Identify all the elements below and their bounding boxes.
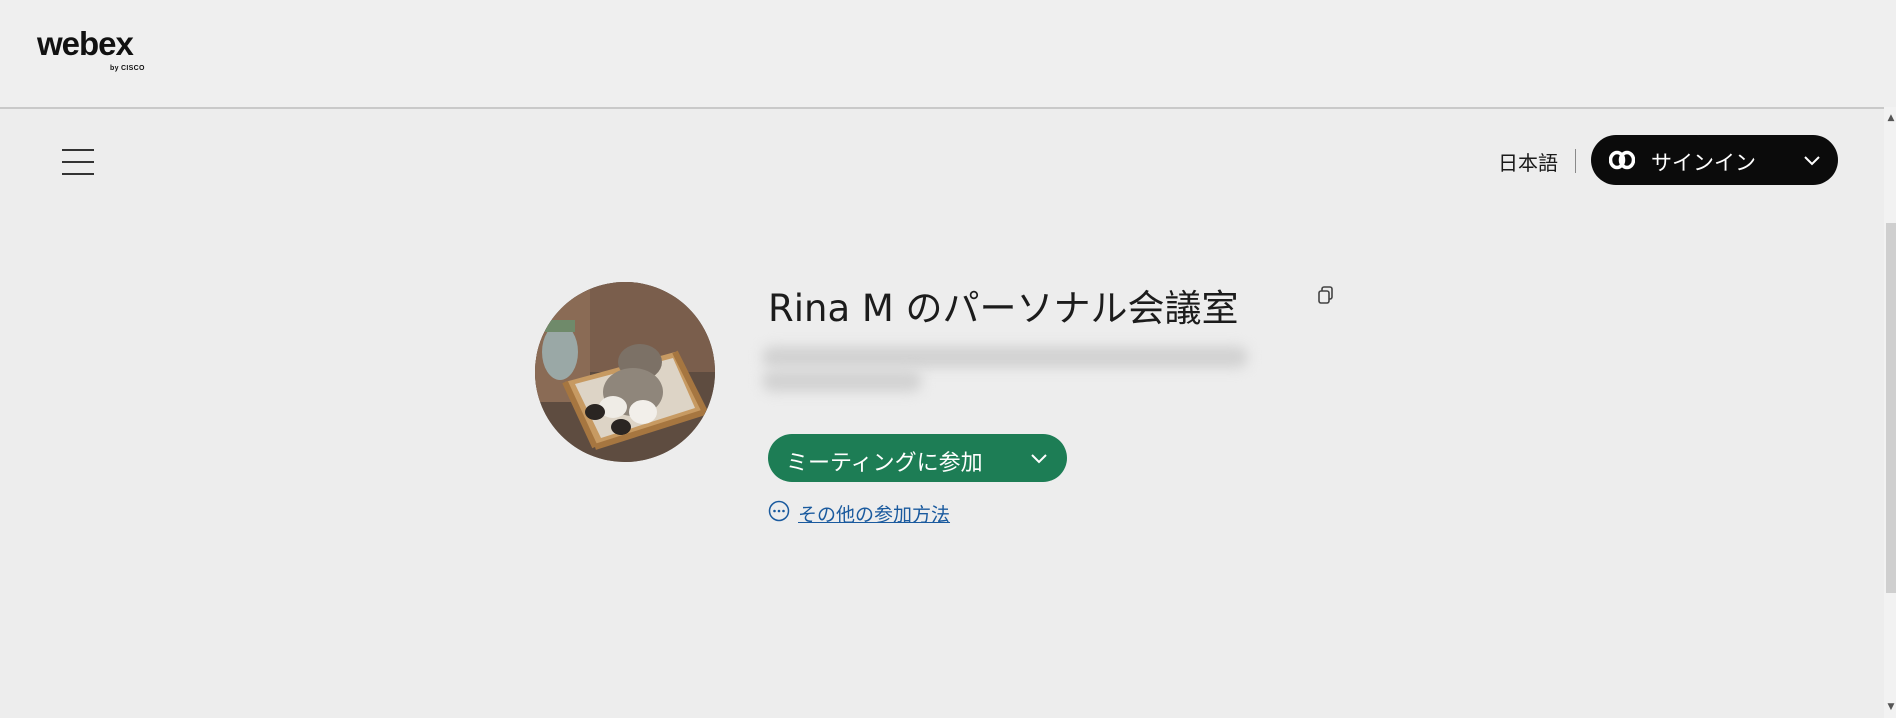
page-title: Rina M のパーソナル会議室 (768, 287, 1239, 330)
chevron-down-icon (1804, 156, 1820, 166)
avatar (535, 282, 715, 462)
other-join-options-label: その他の参加方法 (798, 504, 951, 526)
copy-icon[interactable] (1316, 285, 1336, 305)
profile-photo (535, 282, 715, 462)
signin-button[interactable]: サインイン (1591, 135, 1838, 185)
scrollbar-thumb[interactable] (1886, 223, 1896, 593)
scroll-up-arrow-icon[interactable]: ▲ (1886, 113, 1896, 123)
hamburger-menu-icon[interactable] (62, 148, 94, 176)
top-bar: webex by CISCO (0, 0, 1896, 109)
chevron-down-icon (1031, 454, 1047, 464)
join-meeting-label: ミーティングに参加 (786, 451, 983, 476)
logo-wordmark: webex (37, 25, 134, 62)
language-selector[interactable]: 日本語 (1498, 147, 1558, 176)
webex-personal-room-page: webex by CISCO 日本語 サインイン Rina M のパーソナル会議… (0, 0, 1896, 718)
meeting-link-redacted (760, 344, 1250, 400)
signin-label: サインイン (1651, 151, 1756, 175)
scroll-down-arrow-icon[interactable]: ▼ (1886, 702, 1896, 712)
logo-subtitle: by CISCO (110, 65, 145, 72)
webex-logo[interactable]: webex by CISCO (37, 26, 167, 78)
webex-logo-icon (1609, 150, 1635, 170)
toolbar-divider (1575, 149, 1576, 173)
join-meeting-button[interactable]: ミーティングに参加 (768, 434, 1067, 482)
more-circle-icon (768, 500, 790, 522)
